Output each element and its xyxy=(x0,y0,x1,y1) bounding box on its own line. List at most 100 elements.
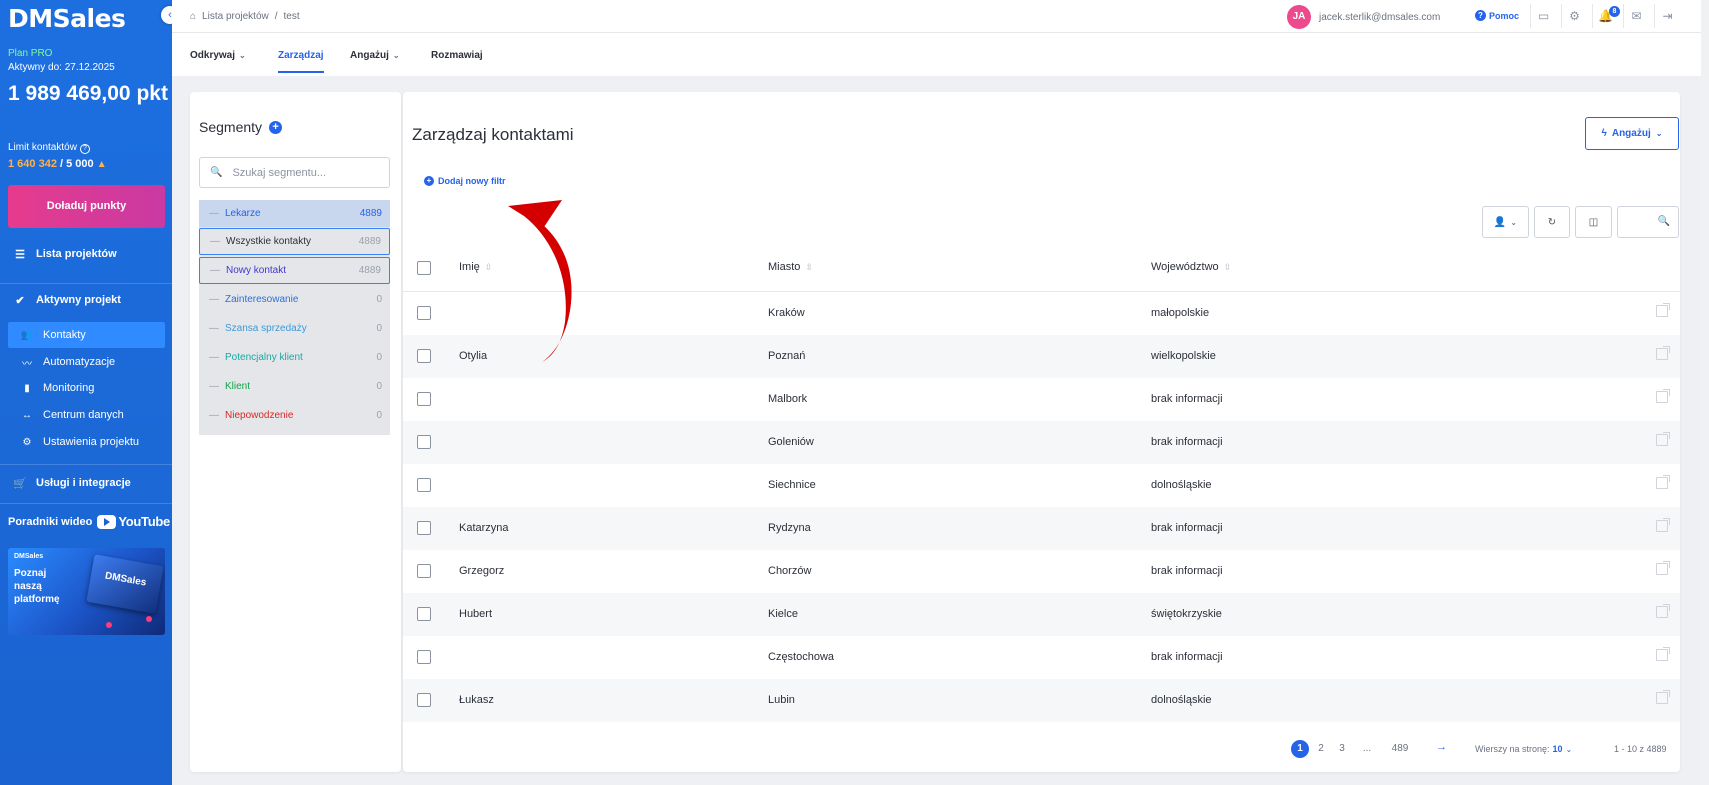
open-external-icon[interactable] xyxy=(1656,604,1670,618)
segment-item[interactable]: — Nowy kontakt 4889 xyxy=(199,257,390,284)
page-1-button[interactable]: 1 xyxy=(1291,740,1309,758)
topup-points-button[interactable]: Doładuj punkty xyxy=(8,185,165,228)
add-filter-button[interactable]: + Dodaj nowy filtr xyxy=(424,176,506,186)
app-logo[interactable]: DMSales xyxy=(8,4,126,33)
column-header-city[interactable]: Miasto ⇳ xyxy=(768,261,813,273)
user-menu[interactable]: JA jacek.sterlik@dmsales.com xyxy=(1287,5,1440,29)
select-all-checkbox[interactable] xyxy=(417,261,431,275)
main-tabs: Odkrywaj ⌄ Zarządzaj Angażuj ⌄ Rozmawiaj xyxy=(172,33,1709,76)
youtube-wordmark: YouTube xyxy=(118,514,170,529)
open-external-icon[interactable] xyxy=(1656,561,1670,575)
table-row[interactable]: Siechnice dolnośląskie xyxy=(403,464,1680,507)
nav-contacts[interactable]: 👥 Kontakty xyxy=(8,322,165,348)
column-header-name[interactable]: Imię ⇳ xyxy=(459,261,492,273)
page-3-button[interactable]: 3 xyxy=(1333,740,1351,758)
segment-item[interactable]: — Szansa sprzedaży 0 xyxy=(199,315,390,342)
segment-item[interactable]: — Wszystkie kontakty 4889 xyxy=(199,228,390,255)
collapse-sidebar-button[interactable]: ‹ xyxy=(161,6,172,24)
row-checkbox[interactable] xyxy=(417,607,431,621)
tab-talk[interactable]: Rozmawiaj xyxy=(431,50,483,61)
nav-active-project[interactable]: ✔ Aktywny projekt xyxy=(0,287,172,313)
logout-icon[interactable]: ⇥ xyxy=(1654,4,1680,28)
breadcrumb-root[interactable]: Lista projektów xyxy=(202,11,269,22)
table-search-input[interactable]: 🔍 xyxy=(1617,206,1679,238)
open-external-icon[interactable] xyxy=(1656,475,1670,489)
engage-button-label: Angażuj xyxy=(1611,128,1651,139)
table-row[interactable]: Częstochowa brak informacji xyxy=(403,636,1680,679)
chevron-down-icon: ⌄ xyxy=(392,51,400,60)
row-checkbox[interactable] xyxy=(417,392,431,406)
nav-projects-list[interactable]: ☰ Lista projektów xyxy=(0,241,172,267)
table-row[interactable]: Grzegorz Chorzów brak informacji xyxy=(403,550,1680,593)
open-external-icon[interactable] xyxy=(1656,346,1670,360)
table-row[interactable]: Kraków małopolskie xyxy=(403,292,1680,335)
table-row[interactable]: Goleniów brak informacji xyxy=(403,421,1680,464)
row-checkbox[interactable] xyxy=(417,306,431,320)
open-external-icon[interactable] xyxy=(1656,518,1670,532)
nav-data-center[interactable]: ↔ Centrum danych xyxy=(8,402,165,428)
notifications-bell-icon[interactable]: 🔔 8 xyxy=(1592,4,1620,28)
automation-icon: 〰 xyxy=(22,358,32,370)
open-external-icon[interactable] xyxy=(1656,389,1670,403)
segment-item[interactable]: — Klient 0 xyxy=(199,373,390,400)
video-tutorials-link[interactable]: Poradniki wideo YouTube xyxy=(8,514,170,529)
settings-gear-icon[interactable]: ⚙ xyxy=(1561,4,1587,28)
page-2-button[interactable]: 2 xyxy=(1312,740,1330,758)
segment-item[interactable]: — Potencjalny klient 0 xyxy=(199,344,390,371)
engage-button[interactable]: ϟ Angażuj ⌄ xyxy=(1585,117,1679,150)
next-page-arrow-icon[interactable]: → xyxy=(1436,741,1447,753)
segment-item[interactable]: — Niepowodzenie 0 xyxy=(199,402,390,429)
breadcrumb: ⌂ Lista projektów / test xyxy=(190,11,300,22)
row-checkbox[interactable] xyxy=(417,349,431,363)
open-external-icon[interactable] xyxy=(1656,303,1670,317)
tab-engage[interactable]: Angażuj ⌄ xyxy=(350,50,400,61)
mail-icon[interactable]: ✉ xyxy=(1623,4,1649,28)
help-button[interactable]: ? Pomoc xyxy=(1475,10,1519,21)
table-row[interactable]: Katarzyna Rydzyna brak informacji xyxy=(403,507,1680,550)
nav-project-settings[interactable]: ⚙ Ustawienia projektu xyxy=(8,429,165,455)
nav-automations[interactable]: 〰 Automatyzacje xyxy=(8,349,165,375)
segment-count: 0 xyxy=(376,294,382,305)
row-checkbox[interactable] xyxy=(417,478,431,492)
open-external-icon[interactable] xyxy=(1656,432,1670,446)
table-row[interactable]: Hubert Kielce świętokrzyskie xyxy=(403,593,1680,636)
assign-user-button[interactable]: 👤 ⌄ xyxy=(1482,206,1529,238)
segment-item[interactable]: — Zainteresowanie 0 xyxy=(199,286,390,313)
home-icon[interactable]: ⌂ xyxy=(190,11,196,22)
row-checkbox[interactable] xyxy=(417,650,431,664)
tab-manage[interactable]: Zarządzaj xyxy=(278,50,324,73)
billing-icon[interactable]: ▭ xyxy=(1530,4,1556,28)
row-checkbox[interactable] xyxy=(417,521,431,535)
rows-per-page-select[interactable]: Wierszy na stronę: 10 ⌄ xyxy=(1475,744,1572,754)
add-segment-icon[interactable]: + xyxy=(269,120,283,134)
row-checkbox[interactable] xyxy=(417,435,431,449)
table-row[interactable]: Malbork brak informacji xyxy=(403,378,1680,421)
bar-chart-icon: ▮ xyxy=(24,382,30,394)
page-title: Zarządzaj kontaktami xyxy=(412,125,574,144)
cell-city: Kielce xyxy=(768,608,798,620)
open-external-icon[interactable] xyxy=(1656,647,1670,661)
nav-monitoring-label: Monitoring xyxy=(43,382,95,394)
segment-search-input[interactable] xyxy=(232,166,383,179)
refresh-button[interactable]: ↻ xyxy=(1534,206,1570,238)
segment-label: Niepowodzenie xyxy=(225,410,294,421)
nav-divider xyxy=(0,283,172,284)
platform-promo-banner[interactable]: DMSales Poznaj naszą platformę DMSales xyxy=(8,548,165,635)
cell-name: Otylia xyxy=(459,350,488,362)
column-header-region[interactable]: Województwo ⇳ xyxy=(1151,261,1231,273)
columns-button[interactable]: ◫ xyxy=(1575,206,1612,238)
open-external-icon[interactable] xyxy=(1656,690,1670,704)
nav-monitoring[interactable]: ▮ Monitoring xyxy=(8,375,165,401)
row-checkbox[interactable] xyxy=(417,564,431,578)
tab-discover[interactable]: Odkrywaj ⌄ xyxy=(190,50,246,61)
help-icon[interactable]: ? xyxy=(79,144,90,154)
row-checkbox[interactable] xyxy=(417,693,431,707)
contacts-limit-label: Limit kontaktów? xyxy=(8,142,90,154)
video-tutorials-label: Poradniki wideo xyxy=(8,515,93,528)
page-scrollbar[interactable] xyxy=(1701,0,1709,785)
table-row[interactable]: Otylia Poznań wielkopolskie xyxy=(403,335,1680,378)
page-last-button[interactable]: 489 xyxy=(1388,740,1412,758)
table-row[interactable]: Łukasz Lubin dolnośląskie xyxy=(403,679,1680,722)
nav-services[interactable]: 🛒 Usługi i integracje xyxy=(0,470,172,496)
segment-item[interactable]: — Lekarze 4889 xyxy=(199,200,390,227)
